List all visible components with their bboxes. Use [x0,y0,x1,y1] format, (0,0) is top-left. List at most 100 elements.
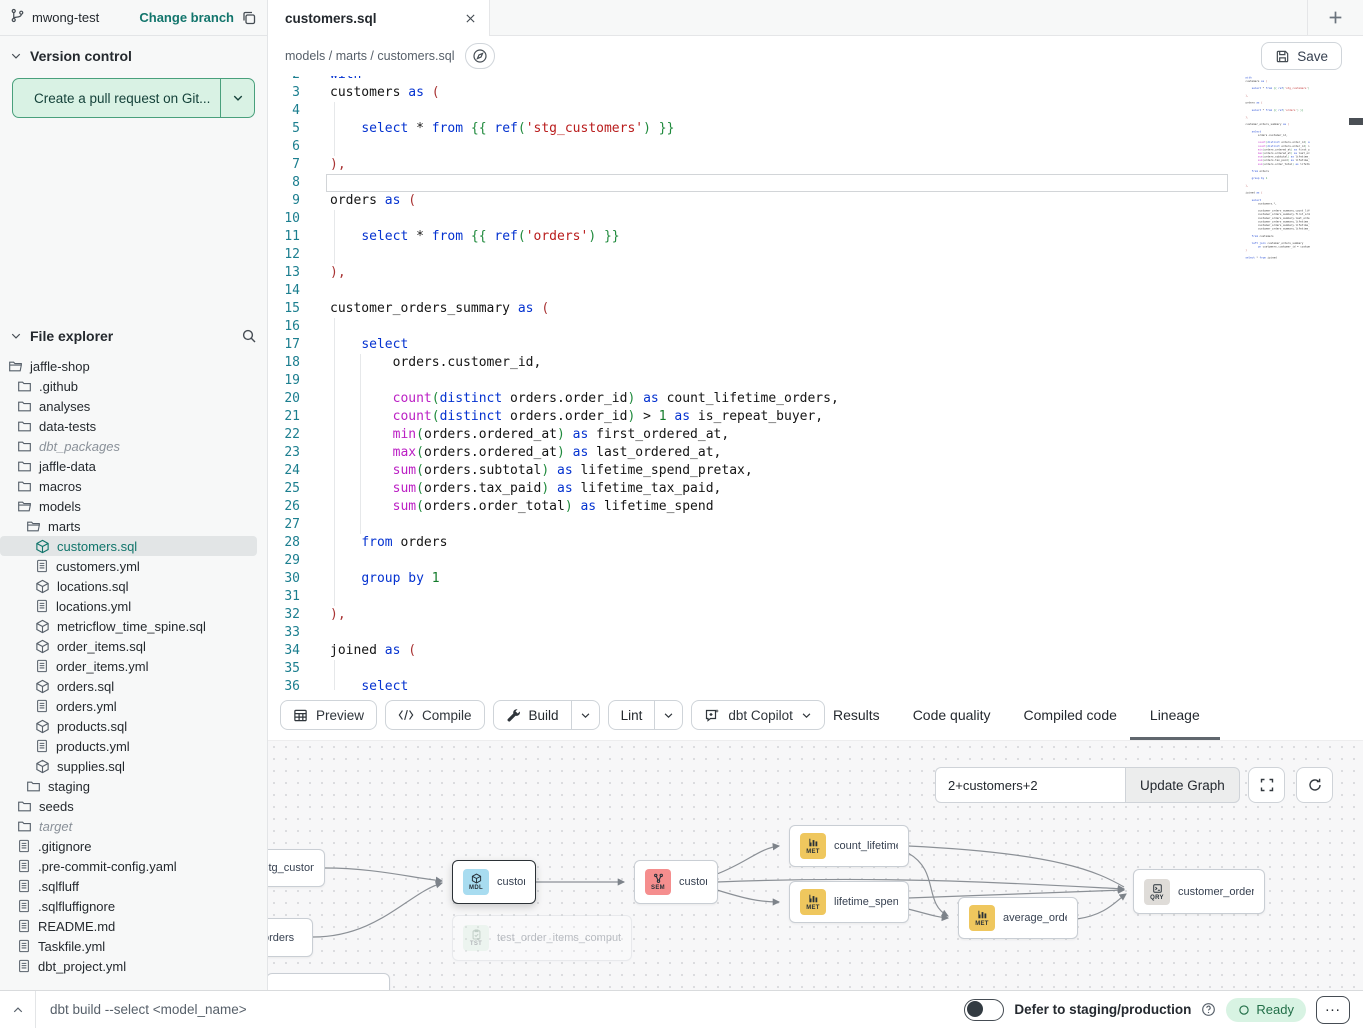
file-item-taskfile-yml[interactable]: Taskfile.yml [0,936,257,956]
panel-tab-compiled-code[interactable]: Compiled code [1024,690,1117,740]
file-item--github[interactable]: .github [0,376,257,396]
panel-tab-code-quality[interactable]: Code quality [913,690,991,740]
file-item-orders-yml[interactable]: orders.yml [0,696,257,716]
preview-button[interactable]: Preview [280,700,377,730]
update-graph-button[interactable]: Update Graph [1125,767,1240,803]
code-icon [398,708,414,722]
file-item-products-sql[interactable]: products.sql [0,716,257,736]
ready-label: Ready [1256,1002,1294,1017]
file-item-locations-yml[interactable]: locations.yml [0,596,257,616]
lineage-node-lifetime_spend_pretax[interactable]: METlifetime_spend_pretax [789,881,909,923]
new-tab-button[interactable] [1307,0,1363,35]
panel-tab-lineage[interactable]: Lineage [1150,690,1200,740]
create-pr-button[interactable]: Create a pull request on Git... [13,79,220,117]
build-caret-button[interactable] [571,701,599,729]
node-type-badge: MDL [463,869,489,895]
code-line: 30 group by 1 [268,570,1363,588]
file-item-jaffle-shop[interactable]: jaffle-shop [0,356,257,376]
lineage-node-average_order_value[interactable]: METaverage_order_value [958,897,1078,939]
file-item-jaffle-data[interactable]: jaffle-data [0,456,257,476]
editor-minimap[interactable]: withcustomers as ( select * from {{ ref(… [1233,76,1310,276]
collapse-panel-button[interactable] [0,991,36,1028]
build-button[interactable]: Build [494,701,571,729]
lineage-selector-input[interactable] [935,767,1125,803]
file-item-customers-yml[interactable]: customers.yml [0,556,257,576]
help-icon[interactable] [1201,1002,1216,1017]
lineage-node-count_lifetime_orders[interactable]: METcount_lifetime_orders [789,825,909,867]
command-input[interactable]: dbt build --select <model_name> [36,1002,964,1017]
file-item-locations-sql[interactable]: locations.sql [0,576,257,596]
create-pr-caret-button[interactable] [220,79,254,117]
tab-customers-sql[interactable]: customers.sql [268,0,490,36]
lineage-node-test_order_items[interactable]: TSTtest_order_items_compute_to_bools... [452,915,632,961]
defer-label: Defer to staging/production [1014,1002,1191,1017]
file-item-products-yml[interactable]: products.yml [0,736,257,756]
code-line: 27 [268,516,1363,534]
file-item-supplies-sql[interactable]: supplies.sql [0,756,257,776]
more-options-button[interactable]: ... [1316,996,1350,1024]
file-item-order-items-sql[interactable]: order_items.sql [0,636,257,656]
file-item-order-items-yml[interactable]: order_items.yml [0,656,257,676]
file-item-customers-sql[interactable]: customers.sql [0,536,257,556]
code-line: 4 [268,102,1363,120]
file-item-target[interactable]: target [0,816,257,836]
fullscreen-icon [1259,777,1275,793]
panel-tab-results[interactable]: Results [833,690,880,740]
lineage-node-customer_order_metrics[interactable]: QRYcustomer_order_metrics [1133,869,1265,914]
file-item-analyses[interactable]: analyses [0,396,257,416]
save-button[interactable]: Save [1261,42,1342,70]
code-line: 23 max(orders.ordered_at) as last_ordere… [268,444,1363,462]
code-editor[interactable]: 2with3customers as (45 select * from {{ … [268,76,1363,690]
file-item-models[interactable]: models [0,496,257,516]
copy-icon[interactable] [241,10,257,26]
file-item-dbt-packages[interactable]: dbt_packages [0,436,257,456]
change-branch-link[interactable]: Change branch [139,10,234,25]
file-item-seeds[interactable]: seeds [0,796,257,816]
lineage-node-customers_sem[interactable]: SEMcustomers [634,860,718,904]
lineage-node-customers_model[interactable]: MDLcustomers [452,860,536,904]
file-item-data-tests[interactable]: data-tests [0,416,257,436]
refresh-button[interactable] [1296,767,1333,803]
create-pr-button-group: Create a pull request on Git... [12,78,255,118]
copilot-sparkle-icon [704,707,720,723]
defer-toggle[interactable] [964,999,1004,1021]
close-icon[interactable] [464,12,477,25]
file-item-macros[interactable]: macros [0,476,257,496]
command-bar-right: Defer to staging/production Ready ... [964,996,1363,1024]
lineage-node-partial_node[interactable] [268,973,390,990]
version-control-title: Version control [30,48,132,64]
compile-button[interactable]: Compile [385,700,485,730]
dbt-copilot-button[interactable]: dbt Copilot [691,700,825,730]
explore-docs-button[interactable] [465,43,495,69]
file-item-readme-md[interactable]: README.md [0,916,257,936]
code-line: 6 [268,138,1363,156]
code-line: 28 from orders [268,534,1363,552]
file-item--sqlfluff[interactable]: .sqlfluff [0,876,257,896]
file-item--sqlfluffignore[interactable]: .sqlfluffignore [0,896,257,916]
lineage-node-stg_customers[interactable]: MDLstg_customers [268,849,325,887]
code-line: 22 min(orders.ordered_at) as first_order… [268,426,1363,444]
search-icon[interactable] [241,328,257,344]
status-badge[interactable]: Ready [1226,998,1306,1022]
node-type-badge: MET [800,833,826,859]
code-line: 14 [268,282,1363,300]
git-branch-icon [10,8,25,28]
editor-scrollbar-thumb[interactable] [1349,118,1363,125]
lineage-canvas[interactable]: MDLstg_customers MDLorders MDLcustomers TST… [268,740,1363,990]
lint-button[interactable]: Lint [609,701,655,729]
file-item-metricflow-time-spine-sql[interactable]: metricflow_time_spine.sql [0,616,257,636]
code-line: 31 [268,588,1363,606]
file-item-marts[interactable]: marts [0,516,257,536]
file-item--pre-commit-config-yaml[interactable]: .pre-commit-config.yaml [0,856,257,876]
file-item-dbt-project-yml[interactable]: dbt_project.yml [0,956,257,976]
file-item--gitignore[interactable]: .gitignore [0,836,257,856]
save-icon [1275,49,1290,64]
lint-caret-button[interactable] [654,701,682,729]
version-control-header[interactable]: Version control [0,36,267,72]
lineage-node-orders[interactable]: MDLorders [268,918,313,957]
file-header: models / marts / customers.sql Save [268,36,1363,76]
file-item-staging[interactable]: staging [0,776,257,796]
file-explorer-header[interactable]: File explorer [0,316,267,352]
file-item-orders-sql[interactable]: orders.sql [0,676,257,696]
fullscreen-button[interactable] [1248,767,1285,803]
